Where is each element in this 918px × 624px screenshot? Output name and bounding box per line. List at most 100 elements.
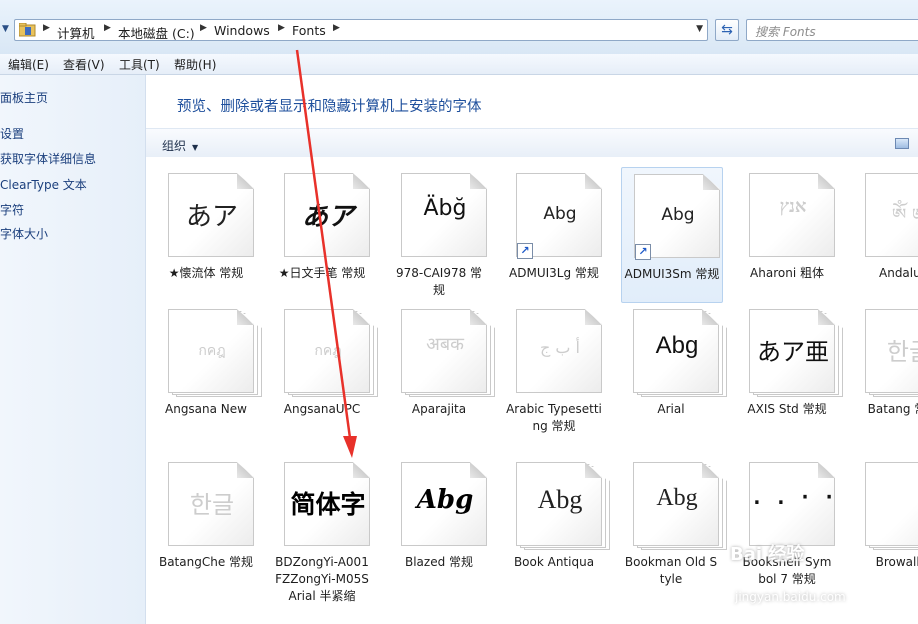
font-sample-text: あア亜 bbox=[757, 338, 829, 366]
page-fold bbox=[585, 463, 602, 478]
font-name-label: Andalus bbox=[879, 266, 918, 280]
menu-tools[interactable]: 工具(T) bbox=[119, 56, 160, 73]
font-item[interactable]: あア亜 AXIS Std 常规 bbox=[737, 303, 843, 439]
font-file-icon: 한글 bbox=[168, 462, 264, 558]
menu-bar: 编辑(E) 查看(V) 工具(T) 帮助(H) bbox=[0, 54, 918, 75]
font-name-label: Arabic Typesetting 常规 bbox=[506, 402, 602, 433]
link-cleartype[interactable]: ClearType 文本 bbox=[0, 176, 87, 193]
chevron-down-icon[interactable]: ▼ bbox=[696, 24, 703, 34]
font-name-label: BatangChe 常规 bbox=[158, 555, 254, 569]
refresh-button[interactable]: ⇆ bbox=[715, 19, 739, 41]
font-page: . . · · bbox=[749, 462, 835, 546]
font-item[interactable]: กคฎ Angsana New bbox=[156, 303, 262, 439]
font-file-icon: أ ب ج bbox=[516, 309, 612, 405]
font-item[interactable]: 한글 BatangChe 常规 bbox=[156, 456, 258, 592]
font-file-icon: Abg ↗ bbox=[516, 173, 612, 269]
font-page: अबक bbox=[401, 309, 487, 393]
font-item[interactable]: Browallia bbox=[853, 456, 918, 592]
folder-icon bbox=[19, 23, 36, 37]
font-item[interactable]: अबक Aparajita bbox=[389, 303, 495, 439]
font-item[interactable]: あア ★懐流体 常规 bbox=[156, 167, 258, 303]
font-sample-text: Abg bbox=[543, 204, 577, 224]
font-file-icon: Abg bbox=[633, 309, 729, 405]
left-task-pane: 面板主页 设置 获取字体详细信息 ClearType 文本 字符 字体大小 bbox=[0, 75, 146, 624]
watermark-brand: Bai 经验 bbox=[730, 544, 805, 565]
breadcrumb-windows[interactable]: Windows bbox=[214, 23, 270, 38]
refresh-icon: ⇆ bbox=[721, 22, 733, 38]
preview-pane-icon[interactable] bbox=[895, 138, 909, 149]
font-name-label: ★日文手笔 常规 bbox=[278, 266, 366, 280]
font-page: กคฎ bbox=[168, 309, 254, 393]
font-file-icon: 简体字 bbox=[284, 462, 380, 558]
menu-view[interactable]: 查看(V) bbox=[63, 56, 105, 73]
page-fold bbox=[470, 174, 487, 189]
font-page: Äbğ bbox=[401, 173, 487, 257]
page-fold bbox=[585, 174, 602, 189]
font-page: Abg bbox=[633, 462, 719, 546]
font-name-label: Bookman Old Style bbox=[624, 555, 718, 586]
font-page: あア bbox=[284, 173, 370, 257]
breadcrumb-computer[interactable]: 计算机 bbox=[57, 23, 95, 42]
font-file-icon: Abg bbox=[516, 462, 612, 558]
font-sample-text: あア bbox=[301, 202, 354, 232]
menu-edit[interactable]: 编辑(E) bbox=[8, 56, 49, 73]
font-sample-text: กคฎ bbox=[198, 343, 226, 359]
font-item[interactable]: Abg Blazed 常规 bbox=[389, 456, 491, 592]
font-sample-text: Abg bbox=[655, 332, 699, 359]
link-character-map[interactable]: 字符 bbox=[0, 201, 24, 218]
font-sample-text: ༀ ༁ bbox=[891, 205, 918, 226]
page-fold bbox=[353, 310, 370, 325]
font-name-label: AXIS Std 常规 bbox=[747, 402, 827, 416]
font-item[interactable]: あア ★日文手笔 常规 bbox=[272, 167, 374, 303]
font-sample-text: Abg bbox=[416, 485, 474, 515]
font-item[interactable]: Abg Bookman Old Style bbox=[621, 456, 727, 592]
font-sample-text: Abg bbox=[656, 485, 698, 511]
font-item[interactable]: . . · · Bookshelf Symbol 7 常规 bbox=[737, 456, 839, 592]
font-file-icon: あア亜 bbox=[749, 309, 845, 405]
font-item[interactable]: Abg Book Antiqua bbox=[504, 456, 610, 592]
font-item[interactable]: אנץ Aharoni 粗体 bbox=[737, 167, 839, 303]
nav-dropdown-icon[interactable]: ▼ bbox=[2, 24, 9, 34]
font-file-icon: Abg bbox=[633, 462, 729, 558]
font-sample-text: あア bbox=[185, 202, 238, 232]
chevron-right-icon[interactable]: ▶ bbox=[278, 23, 285, 33]
link-font-details[interactable]: 获取字体详细信息 bbox=[0, 150, 96, 167]
font-item[interactable]: 한글 Batang 常规 bbox=[853, 303, 918, 439]
font-item[interactable]: Abg ↗ ADMUI3Lg 常规 bbox=[504, 167, 606, 303]
breadcrumb-fonts[interactable]: Fonts bbox=[292, 23, 326, 38]
link-font-size[interactable]: 字体大小 bbox=[0, 225, 48, 242]
font-page: กคฎ bbox=[284, 309, 370, 393]
chevron-right-icon[interactable]: ▶ bbox=[104, 23, 111, 33]
font-page: ༀ ༁ bbox=[865, 173, 918, 257]
font-item[interactable]: 简体字 BDZongYi-A001 FZZongYi-M05S Arial 半紧缩 bbox=[272, 456, 374, 603]
font-file-icon: Abg bbox=[401, 462, 497, 558]
font-sample-text: أ ب ج bbox=[539, 338, 580, 357]
font-item[interactable]: أ ب ج Arabic Typesetting 常规 bbox=[504, 303, 606, 439]
font-item[interactable]: ༀ ༁ Andalus bbox=[853, 167, 918, 303]
search-input[interactable]: 搜索 Fonts bbox=[746, 19, 918, 41]
menu-help[interactable]: 帮助(H) bbox=[174, 56, 216, 73]
font-page: 한글 bbox=[168, 462, 254, 546]
font-file-icon: กคฎ bbox=[284, 309, 380, 405]
page-fold bbox=[702, 310, 719, 325]
chevron-right-icon[interactable]: ▶ bbox=[43, 23, 50, 33]
font-item[interactable]: Äbğ 978-CAI978 常规 bbox=[389, 167, 491, 303]
chevron-right-icon[interactable]: ▶ bbox=[200, 23, 207, 33]
organize-button[interactable]: 组织 ▼ bbox=[162, 137, 198, 154]
breadcrumb-drive-c[interactable]: 本地磁盘 (C:) bbox=[118, 23, 195, 42]
watermark-url: jingyan.baidu.com bbox=[735, 590, 846, 604]
font-item[interactable]: Abg Arial bbox=[621, 303, 727, 439]
link-control-panel-home[interactable]: 面板主页 bbox=[0, 89, 48, 106]
font-file-icon: Äbğ bbox=[401, 173, 497, 269]
link-settings[interactable]: 设置 bbox=[0, 125, 24, 142]
font-page: Abg bbox=[633, 309, 719, 393]
chevron-right-icon[interactable]: ▶ bbox=[333, 23, 340, 33]
font-item[interactable]: Abg ↗ ADMUI3Sm 常规 bbox=[621, 167, 723, 303]
font-page: Abg bbox=[401, 462, 487, 546]
font-file-icon bbox=[865, 462, 918, 558]
font-sample-text: 한글 bbox=[189, 491, 235, 519]
font-item[interactable]: กคฎ AngsanaUPC bbox=[272, 303, 378, 439]
page-fold bbox=[818, 463, 835, 478]
shortcut-arrow-icon: ↗ bbox=[517, 243, 533, 259]
address-field[interactable]: ▶ 计算机 ▶ 本地磁盘 (C:) ▶ Windows ▶ Fonts ▶ ▼ bbox=[14, 19, 708, 41]
